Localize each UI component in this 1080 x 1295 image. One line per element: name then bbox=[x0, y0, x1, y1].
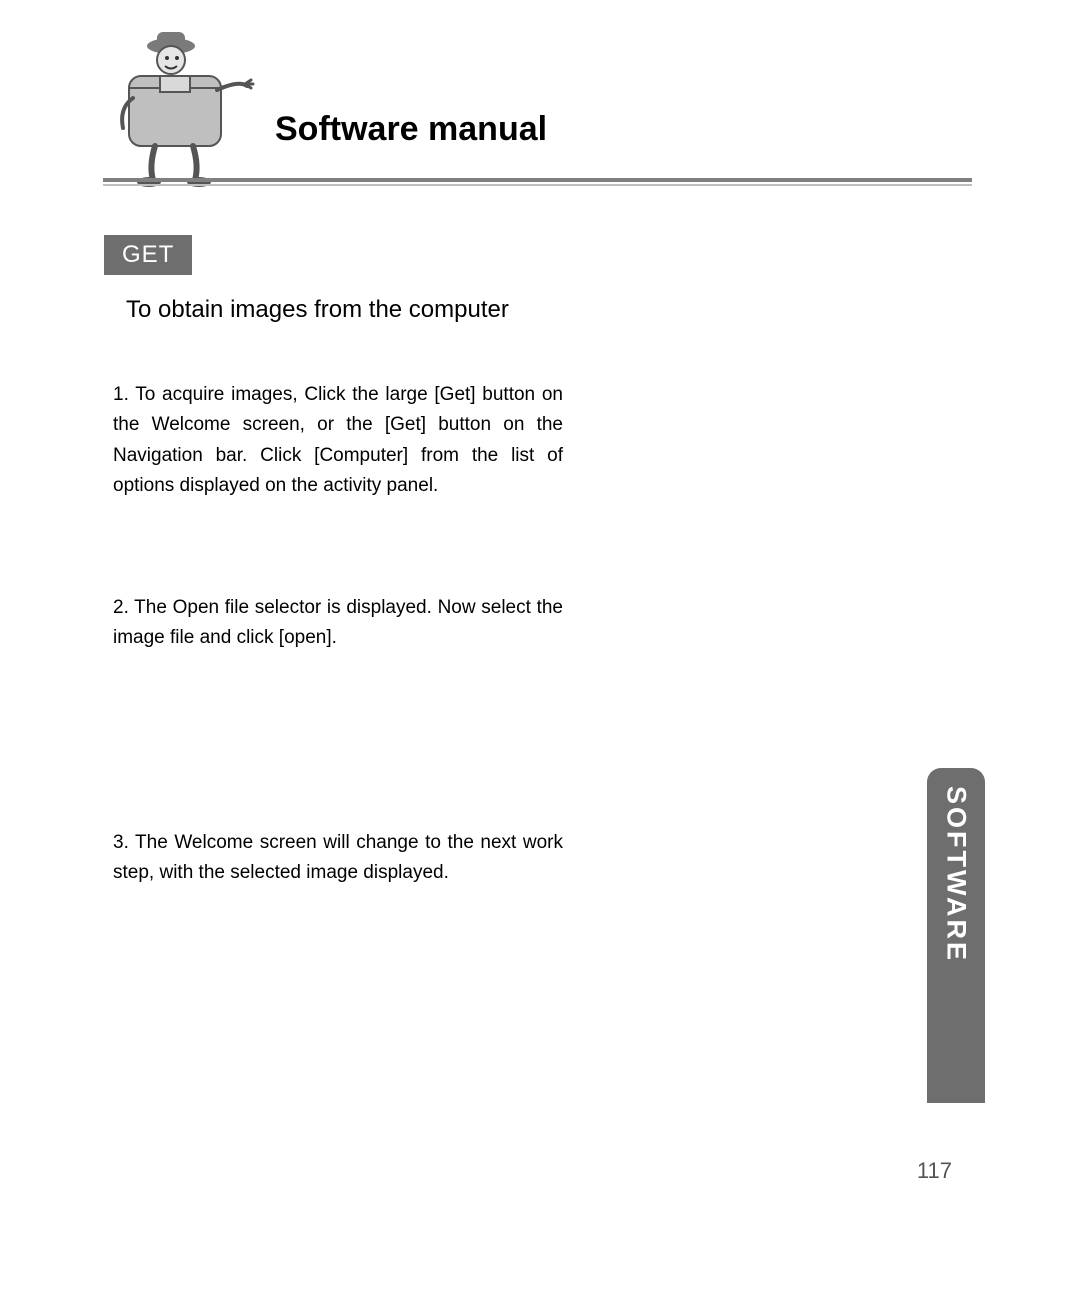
mascot-illustration bbox=[105, 28, 265, 188]
page-title: Software manual bbox=[275, 110, 547, 149]
page-number: 117 bbox=[917, 1158, 952, 1184]
section-label-get: GET bbox=[104, 235, 192, 275]
step-2-text: 2. The Open file selector is displayed. … bbox=[113, 593, 563, 654]
header-rule-light bbox=[103, 184, 972, 186]
side-tab-software: SOFTWARE bbox=[927, 768, 985, 1103]
header-rule-dark bbox=[103, 178, 972, 182]
manual-page: Software manual GET To obtain images fro… bbox=[0, 0, 1080, 1295]
step-3-text: 3. The Welcome screen will change to the… bbox=[113, 828, 563, 889]
section-subheading: To obtain images from the computer bbox=[126, 296, 509, 324]
step-1-text: 1. To acquire images, Click the large [G… bbox=[113, 380, 563, 502]
side-tab-label: SOFTWARE bbox=[941, 786, 972, 963]
